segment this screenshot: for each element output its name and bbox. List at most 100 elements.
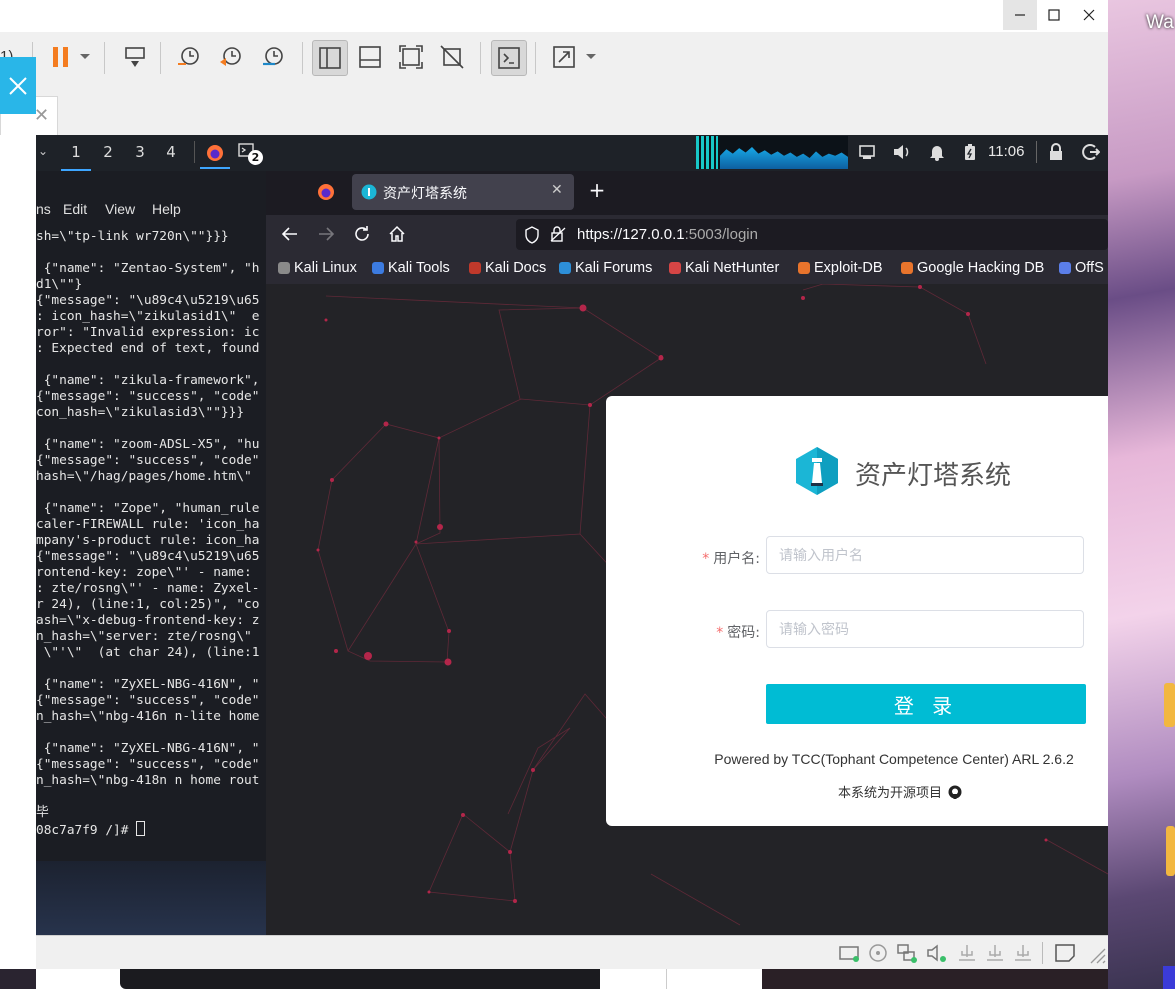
stretch-icon [553, 46, 575, 68]
send-ctrl-alt-del-button[interactable] [118, 40, 152, 74]
menu-edit[interactable]: Edit [63, 201, 87, 217]
bookmark-google-hacking-db[interactable]: Google Hacking DB [901, 260, 1044, 276]
home-icon [389, 225, 405, 242]
login-button[interactable]: 登 录 [766, 684, 1086, 724]
browser-tab-active[interactable]: 资产灯塔系统 ✕ [352, 174, 574, 210]
volume-icon[interactable] [892, 143, 912, 161]
firefox-view-icon[interactable] [317, 183, 335, 201]
taskbar-icon[interactable] [1163, 966, 1175, 989]
usb-device-icon[interactable] [1012, 943, 1034, 963]
terminal-line: 08c7a7f9 /]# [36, 821, 266, 839]
bookmark-offsec[interactable]: OffS [1059, 260, 1104, 276]
workspace-2[interactable]: 2 [93, 135, 123, 169]
close-button[interactable] [1072, 0, 1106, 30]
terminal-line: 毕 [36, 805, 49, 820]
cd-rom-icon[interactable] [868, 943, 888, 963]
network-adapter-icon[interactable] [896, 943, 918, 963]
maximize-button[interactable] [1037, 0, 1071, 30]
full-screen-button[interactable] [394, 40, 428, 74]
terminal-taskbar-button[interactable]: 2 [238, 143, 264, 167]
chevron-down-icon [586, 54, 596, 59]
thumbnail-bar-button[interactable] [353, 40, 387, 74]
bookmark-kali-forums[interactable]: Kali Forums [559, 260, 652, 276]
terminal-line: r 24), (line:1, col:25)", "co [36, 597, 260, 612]
workspace-1[interactable]: 1 [61, 135, 91, 171]
chevron-down-icon[interactable]: ⌄ [38, 144, 48, 158]
snapshot-icon [178, 47, 199, 65]
full-screen-icon [399, 45, 423, 69]
network-icon[interactable] [858, 143, 876, 161]
library-view-button[interactable] [312, 40, 348, 76]
snapshot-manager-button[interactable] [256, 40, 290, 74]
snapshot-manager-icon [263, 47, 283, 66]
tab-close-icon[interactable]: ✕ [551, 182, 563, 198]
resize-grip-icon[interactable] [1088, 946, 1106, 964]
terminal-line: {"name": "zoom-ADSL-X5", "hu [36, 437, 260, 452]
bookmark-kali-docs[interactable]: Kali Docs [469, 260, 546, 276]
hard-disk-icon[interactable] [838, 943, 860, 963]
revert-icon [220, 47, 241, 66]
tab-close-icon[interactable]: ✕ [34, 105, 49, 126]
url-bar[interactable]: https://127.0.0.1:5003/login [516, 219, 1108, 250]
lock-icon[interactable] [1048, 143, 1064, 161]
unity-mode-button[interactable] [435, 40, 469, 74]
revert-snapshot-button[interactable] [214, 40, 248, 74]
usb-device-icon[interactable] [956, 943, 978, 963]
take-snapshot-button[interactable] [172, 40, 206, 74]
notification-bell-icon[interactable] [928, 143, 946, 161]
password-input[interactable]: 请输入密码 [766, 610, 1084, 648]
firefox-taskbar-button[interactable] [200, 139, 230, 169]
workspace-3[interactable]: 3 [125, 135, 155, 169]
forward-button[interactable] [317, 225, 335, 243]
tab-favicon-icon [361, 184, 377, 200]
github-icon [948, 785, 962, 799]
wallpaper-text: Wa [1146, 12, 1174, 33]
lock-insecure-icon[interactable] [549, 225, 567, 243]
pause-button[interactable] [44, 40, 78, 74]
terminal-line: {"message": "success", "code" [36, 757, 260, 772]
menu-help[interactable]: Help [152, 201, 181, 217]
chevron-down-icon [80, 54, 90, 59]
stretch-guest-button[interactable] [547, 40, 581, 74]
pause-dropdown[interactable] [74, 40, 96, 74]
kali-tools-icon [372, 262, 384, 274]
minimize-button[interactable] [1003, 0, 1037, 30]
bookmark-kali-tools[interactable]: Kali Tools [372, 260, 450, 276]
username-input[interactable]: 请输入用户名 [766, 536, 1084, 574]
logout-icon[interactable] [1082, 143, 1100, 161]
close-overlay-button[interactable] [0, 57, 36, 114]
workspace-4[interactable]: 4 [156, 135, 186, 169]
terminal-line: \"'\" (at char 24), (line:1 [36, 645, 260, 660]
shield-icon[interactable] [524, 226, 540, 244]
new-tab-button[interactable]: + [586, 178, 608, 202]
sound-card-icon[interactable] [926, 943, 948, 963]
bookmark-kali-nethunter[interactable]: Kali NetHunter [669, 260, 779, 276]
terminal-line: {"message": "success", "code" [36, 389, 260, 404]
lighthouse-logo-icon [794, 446, 840, 496]
usb-device-icon[interactable] [984, 943, 1006, 963]
folder-icon[interactable] [1164, 683, 1175, 727]
menu-actions[interactable]: ns [36, 201, 51, 217]
bookmark-exploit-db[interactable]: Exploit-DB [798, 260, 883, 276]
thumbnail-bar-icon [359, 46, 381, 68]
home-button[interactable] [388, 225, 406, 243]
battery-icon [964, 143, 976, 161]
reload-button[interactable] [353, 225, 371, 243]
nethunter-icon [669, 262, 681, 274]
bookmark-kali-linux[interactable]: Kali Linux [278, 260, 357, 276]
stretch-dropdown[interactable] [580, 40, 602, 74]
terminal-window[interactable]: ns Edit View Help sh=\"tp-link wr720n\""… [36, 171, 266, 861]
console-view-button[interactable] [491, 40, 527, 76]
message-log-icon[interactable] [1054, 943, 1076, 963]
terminal-line: n_hash=\"nbg-418n n home rout [36, 773, 260, 788]
open-source-link[interactable]: 本系统为开源项目 [838, 782, 962, 801]
menu-view[interactable]: View [105, 201, 135, 217]
terminal-line: {"name": "ZyXEL-NBG-416N", " [36, 741, 260, 756]
clock[interactable]: 11:06 [988, 143, 1024, 160]
back-button[interactable] [281, 225, 299, 243]
kali-docs-icon [469, 262, 481, 274]
folder-icon[interactable] [1166, 826, 1175, 876]
